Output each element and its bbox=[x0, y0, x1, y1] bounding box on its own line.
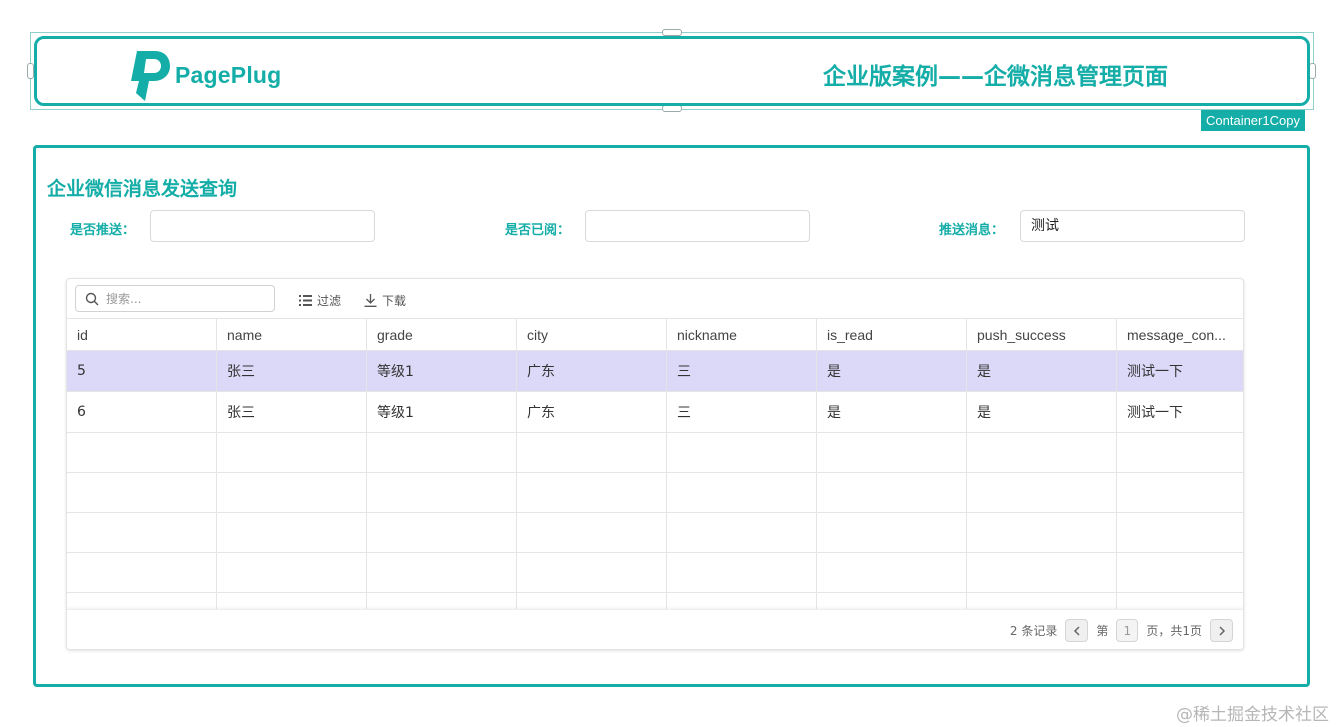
message-table: 过滤 下载 id name grade city nickname is_rea… bbox=[66, 278, 1244, 650]
query-container: 企业微信消息发送查询 是否推送： 是否已阅： 推送消息： 测试 过滤 bbox=[33, 145, 1310, 687]
record-count: 2 条记录 bbox=[1009, 624, 1058, 638]
column-header[interactable]: city bbox=[517, 319, 667, 350]
header-container[interactable]: PagePlug 企业版案例——企微消息管理页面 bbox=[34, 36, 1310, 106]
resize-handle-bottom[interactable] bbox=[662, 105, 682, 112]
section-title: 企业微信消息发送查询 bbox=[47, 178, 238, 200]
table-cell: 广东 bbox=[517, 392, 667, 432]
table-header-row: id name grade city nickname is_read push… bbox=[67, 318, 1243, 351]
filter-label: 过滤 bbox=[317, 294, 342, 308]
search-icon bbox=[85, 292, 99, 305]
empty-row bbox=[67, 433, 1243, 473]
empty-row bbox=[67, 513, 1243, 553]
column-header[interactable]: is_read bbox=[817, 319, 967, 350]
watermark: @稀土掘金技术社区 bbox=[1176, 705, 1329, 725]
resize-handle-left[interactable] bbox=[27, 63, 34, 79]
pageplug-logo: PagePlug bbox=[127, 47, 281, 103]
page-title: 企业版案例——企微消息管理页面 bbox=[823, 64, 1168, 90]
push-message-input[interactable]: 测试 bbox=[1020, 210, 1245, 242]
next-page-button[interactable] bbox=[1210, 619, 1233, 642]
is-pushed-input[interactable] bbox=[150, 210, 375, 242]
table-cell: 等级1 bbox=[367, 351, 517, 391]
table-cell: 测试一下 bbox=[1127, 364, 1183, 380]
download-button[interactable]: 下载 bbox=[364, 292, 406, 309]
is-read-input[interactable] bbox=[585, 210, 810, 242]
chevron-right-icon bbox=[1218, 625, 1225, 636]
table-cell: 测试一下 bbox=[1127, 405, 1183, 421]
column-header[interactable]: grade bbox=[367, 319, 517, 350]
table-row[interactable]: 5 张三 等级1 广东 三 是 是 测试一下 bbox=[67, 351, 1243, 392]
empty-row bbox=[67, 473, 1243, 513]
table-footer: 2 条记录 第 1 页，共1页 bbox=[67, 609, 1243, 649]
widget-name-tag[interactable]: Container1Copy bbox=[1201, 110, 1305, 131]
page-suffix: 页，共1页 bbox=[1146, 624, 1202, 638]
table-cell: 张三 bbox=[217, 351, 367, 391]
table-cell: 等级1 bbox=[367, 392, 517, 432]
table-search[interactable] bbox=[75, 285, 275, 312]
pageplug-logo-icon bbox=[131, 51, 170, 101]
resize-handle-top[interactable] bbox=[662, 29, 682, 36]
logo-text: PagePlug bbox=[175, 61, 282, 88]
table-row[interactable]: 6 张三 等级1 广东 三 是 是 测试一下 bbox=[67, 392, 1243, 433]
table-cell: 6 bbox=[67, 392, 217, 432]
search-input[interactable] bbox=[104, 290, 258, 307]
download-icon bbox=[364, 294, 377, 307]
table-cell: 是 bbox=[967, 351, 1117, 391]
table-cell: 是 bbox=[967, 392, 1117, 432]
chevron-left-icon bbox=[1073, 625, 1080, 636]
table-cell: 是 bbox=[817, 351, 967, 391]
prev-page-button[interactable] bbox=[1065, 619, 1089, 642]
table-cell: 三 bbox=[667, 392, 817, 432]
is-read-label: 是否已阅： bbox=[505, 223, 571, 238]
push-message-label: 推送消息： bbox=[939, 223, 1005, 238]
filter-list-icon bbox=[299, 295, 312, 306]
current-page-input[interactable]: 1 bbox=[1116, 619, 1139, 642]
resize-handle-right[interactable] bbox=[1309, 63, 1316, 79]
table-cell: 是 bbox=[817, 392, 967, 432]
column-header[interactable]: id bbox=[67, 319, 217, 350]
filter-button[interactable]: 过滤 bbox=[299, 292, 341, 309]
column-header[interactable]: name bbox=[217, 319, 367, 350]
table-cell: 三 bbox=[667, 351, 817, 391]
column-header[interactable]: push_success bbox=[967, 319, 1117, 350]
column-header[interactable]: message_con... bbox=[1117, 319, 1243, 350]
is-pushed-label: 是否推送： bbox=[70, 223, 136, 238]
column-header[interactable]: nickname bbox=[667, 319, 817, 350]
table-cell: 5 bbox=[67, 351, 217, 391]
table-cell: 广东 bbox=[517, 351, 667, 391]
page-prefix: 第 bbox=[1096, 624, 1109, 638]
download-label: 下载 bbox=[382, 294, 407, 308]
table-grid: id name grade city nickname is_read push… bbox=[67, 318, 1243, 633]
table-cell: 张三 bbox=[217, 392, 367, 432]
empty-row bbox=[67, 553, 1243, 593]
pagination: 2 条记录 第 1 页，共1页 bbox=[1010, 619, 1233, 642]
